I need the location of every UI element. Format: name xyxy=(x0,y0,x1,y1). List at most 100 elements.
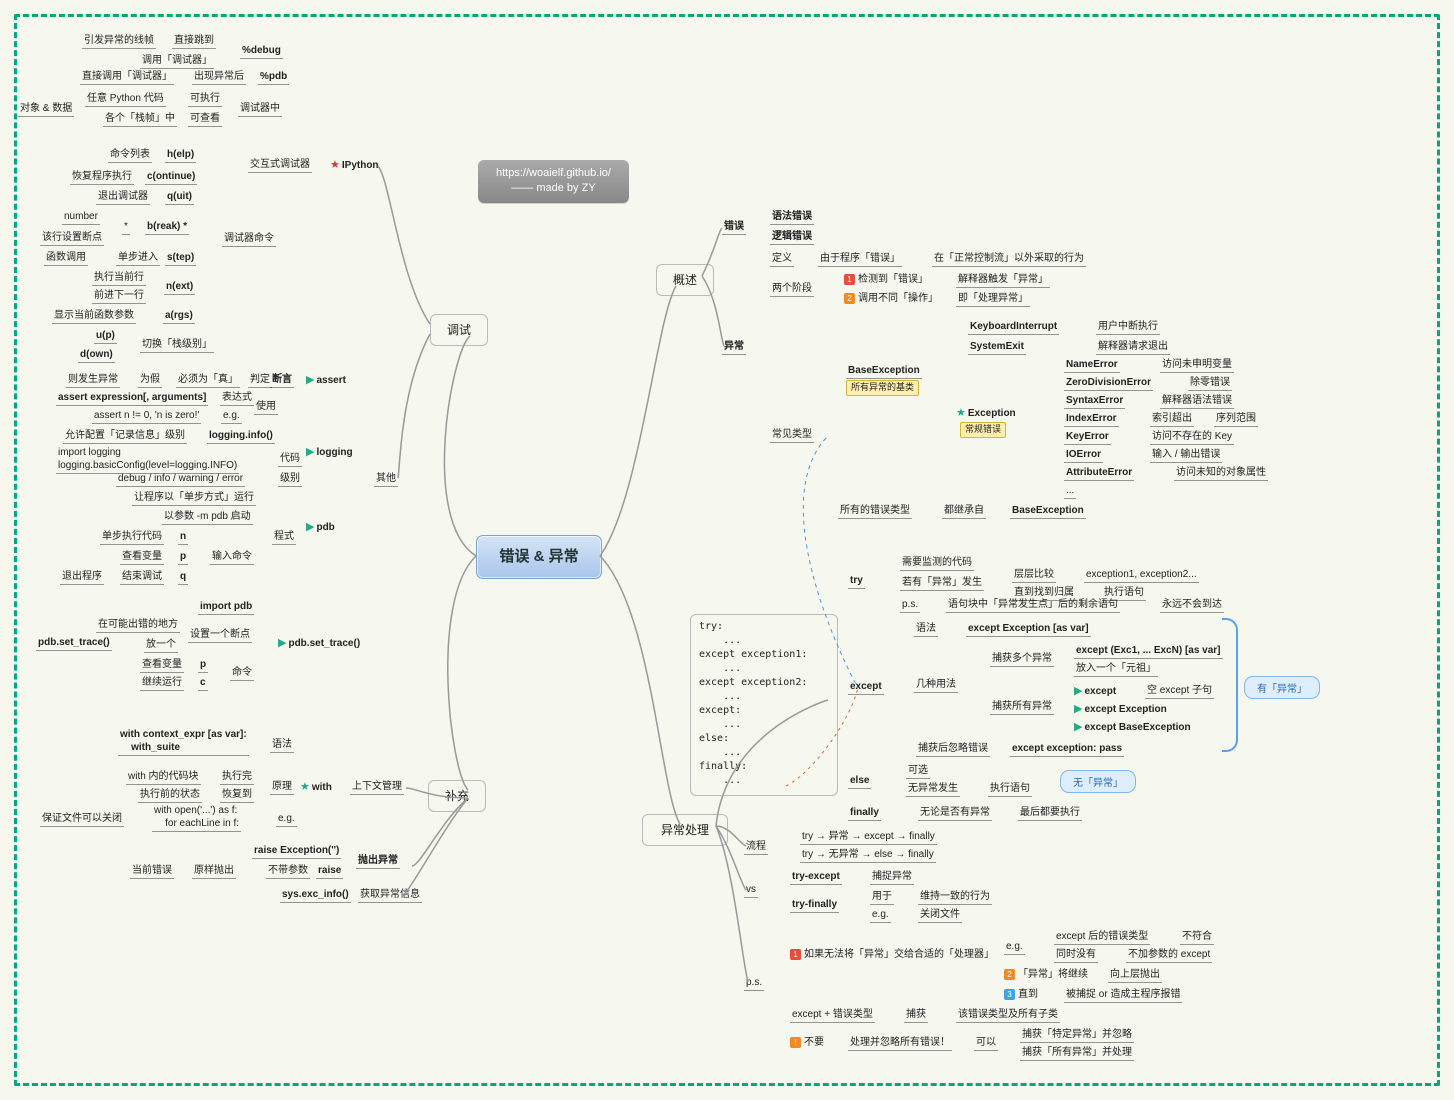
n: 异常 xyxy=(722,340,746,355)
n: p xyxy=(178,550,188,565)
n: 函数调用 xyxy=(44,251,88,266)
n: b(reak) * xyxy=(145,220,189,235)
n: finally xyxy=(848,806,881,821)
n: ▶except BaseException xyxy=(1074,720,1191,734)
n: 都继承自 xyxy=(942,504,986,519)
n: 定义 xyxy=(770,252,794,267)
n: SyntaxError xyxy=(1064,394,1125,409)
n: except exception: pass xyxy=(1010,742,1124,757)
n: s(tep) xyxy=(165,251,196,266)
n: 错误 xyxy=(722,220,746,235)
n: 保证文件可以关闭 xyxy=(40,812,124,827)
n: 序列范围 xyxy=(1214,412,1258,427)
n: 必须为「真」 xyxy=(176,373,240,388)
n: q xyxy=(178,570,188,585)
n: NameError xyxy=(1064,358,1120,373)
n: u(p) xyxy=(94,329,117,344)
n: with 内的代码块 xyxy=(126,770,201,785)
branch-overview: 概述 xyxy=(656,264,714,296)
n: e.g. xyxy=(1004,940,1025,955)
n: 断言 xyxy=(270,373,294,388)
n: 空 except 子句 xyxy=(1145,684,1214,699)
n: 需要监测的代码 xyxy=(900,556,974,571)
n: 解释器语法错误 xyxy=(1160,394,1234,409)
pdb: ▶pdb xyxy=(306,520,335,534)
n: 使用 xyxy=(254,400,278,415)
n: 对象 & 数据 xyxy=(18,102,74,117)
n: c xyxy=(198,676,208,691)
n: q(uit) xyxy=(165,190,194,205)
n: 捕获后忽略错误 xyxy=(916,742,990,757)
ipython: ★IPython xyxy=(330,158,379,172)
ctx: 上下文管理 xyxy=(350,780,404,795)
n: with open('...') as f: for eachLine in f… xyxy=(152,804,241,832)
n: except Exception [as var] xyxy=(966,622,1091,637)
n: 访问不存在的 Key xyxy=(1150,430,1234,445)
n: 则发生异常 xyxy=(66,373,120,388)
n: KeyError xyxy=(1064,430,1111,445)
logging: ▶logging xyxy=(306,445,353,459)
n: 可以 xyxy=(974,1036,998,1051)
n: AttributeError xyxy=(1064,466,1134,481)
n: 执行完 xyxy=(220,770,254,785)
n: 程式 xyxy=(272,530,296,545)
exc-note: 常规错误 xyxy=(960,422,1006,438)
n: 最后都要执行 xyxy=(1018,806,1082,821)
n: assert n != 0, 'n is zero!' xyxy=(92,409,201,424)
n: exception1, exception2... xyxy=(1084,568,1199,583)
n: 在可能出错的地方 xyxy=(96,618,180,633)
n: d(own) xyxy=(78,348,115,363)
n: 3直到 xyxy=(1004,988,1038,1001)
n: 结束调试 xyxy=(120,570,164,585)
n: 退出程序 xyxy=(60,570,104,585)
n: 无论是否有异常 xyxy=(918,806,992,821)
n: 前进下一行 xyxy=(92,289,146,304)
n: try xyxy=(848,574,865,589)
author: —— made by ZY xyxy=(511,182,595,194)
n: !不要 xyxy=(790,1036,824,1049)
n: 显示当前函数参数 xyxy=(52,309,136,324)
root-node: 错误 & 异常 xyxy=(476,535,602,579)
n: 用于 xyxy=(870,890,894,905)
n: 让程序以「单步方式」运行 xyxy=(132,491,256,506)
n: a(rgs) xyxy=(163,309,195,324)
n: 访问未知的对象属性 xyxy=(1174,466,1268,481)
branch-supplement: 补充 xyxy=(428,780,486,812)
n: 访问未申明变量 xyxy=(1160,358,1234,373)
n: 原样抛出 xyxy=(192,864,236,879)
n: 向上层抛出 xyxy=(1108,968,1162,983)
n: 各个「栈帧」中 xyxy=(103,112,177,127)
mpdb: %pdb xyxy=(258,70,289,85)
n: 抛出异常 xyxy=(356,854,400,869)
n: import logging logging.basicConfig(level… xyxy=(56,446,239,474)
n: except 后的错误类型 xyxy=(1054,930,1150,945)
n: 2「异常」将继续 xyxy=(1004,968,1088,981)
n: IndexError xyxy=(1064,412,1119,427)
n: 直接跳到 xyxy=(172,34,216,49)
n: 命令列表 xyxy=(108,148,152,163)
n: 执行当前行 xyxy=(92,271,146,286)
n: 2调用不同「操作」 xyxy=(844,292,938,305)
exception: ★Exception xyxy=(956,406,1016,420)
n: except (Exc1, ... ExcN) [as var] xyxy=(1074,644,1223,659)
n: e.g. xyxy=(221,409,242,424)
n: pdb.set_trace() xyxy=(36,636,112,651)
n: 设置一个断点 xyxy=(188,628,252,643)
n: 不符合 xyxy=(1180,930,1214,945)
n: p.s. xyxy=(744,976,764,991)
n: 解释器触发「异常」 xyxy=(956,273,1050,288)
n: 不加参数的 except xyxy=(1126,948,1212,963)
n: 语法 xyxy=(914,622,938,637)
n: 命令 xyxy=(230,666,254,681)
n: try → 无异常 → else → finally xyxy=(800,848,936,863)
n: BaseException xyxy=(1010,504,1086,519)
n: 任意 Python 代码 xyxy=(85,92,166,107)
n: 同时没有 xyxy=(1054,948,1098,963)
branch-debug: 调试 xyxy=(430,314,488,346)
n: 执行语句 xyxy=(988,782,1032,797)
n: try → 异常 → except → finally xyxy=(800,830,937,845)
n: 被捕捉 or 造成主程序报错 xyxy=(1064,988,1182,1003)
n: 捕获「所有异常」并处理 xyxy=(1020,1046,1134,1061)
n: 捕获所有异常 xyxy=(990,700,1054,715)
n: 查看变量 xyxy=(140,658,184,673)
